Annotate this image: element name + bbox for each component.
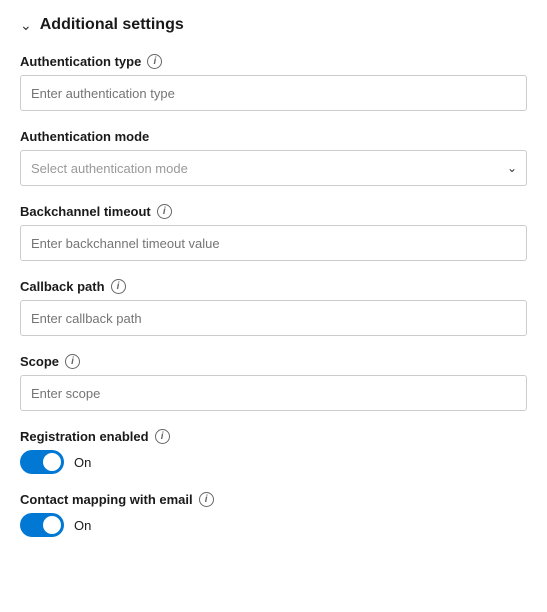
backchannel-timeout-label: Backchannel timeout i — [20, 204, 527, 219]
scope-info-icon[interactable]: i — [65, 354, 80, 369]
contact-mapping-group: Contact mapping with email i On — [20, 492, 527, 537]
contact-mapping-label: Contact mapping with email i — [20, 492, 527, 507]
registration-enabled-label: Registration enabled i — [20, 429, 527, 444]
authentication-mode-select[interactable]: Select authentication mode — [20, 150, 527, 186]
backchannel-timeout-info-icon[interactable]: i — [157, 204, 172, 219]
scope-label: Scope i — [20, 354, 527, 369]
callback-path-info-icon[interactable]: i — [111, 279, 126, 294]
contact-mapping-toggle-row: On — [20, 513, 527, 537]
contact-mapping-toggle[interactable] — [20, 513, 64, 537]
contact-mapping-state: On — [74, 518, 91, 533]
authentication-type-input[interactable] — [20, 75, 527, 111]
callback-path-input[interactable] — [20, 300, 527, 336]
toggle-slider — [20, 513, 64, 537]
scope-group: Scope i — [20, 354, 527, 411]
registration-enabled-group: Registration enabled i On — [20, 429, 527, 474]
scope-input[interactable] — [20, 375, 527, 411]
contact-mapping-info-icon[interactable]: i — [199, 492, 214, 507]
authentication-mode-label: Authentication mode — [20, 129, 527, 144]
registration-enabled-toggle-row: On — [20, 450, 527, 474]
authentication-type-label: Authentication type i — [20, 54, 527, 69]
registration-enabled-info-icon[interactable]: i — [155, 429, 170, 444]
authentication-type-group: Authentication type i — [20, 54, 527, 111]
collapse-icon[interactable]: ⌄ — [20, 17, 32, 34]
callback-path-label: Callback path i — [20, 279, 527, 294]
callback-path-group: Callback path i — [20, 279, 527, 336]
authentication-type-info-icon[interactable]: i — [147, 54, 162, 69]
registration-enabled-state: On — [74, 455, 91, 470]
section-header: ⌄ Additional settings — [20, 16, 527, 34]
backchannel-timeout-group: Backchannel timeout i — [20, 204, 527, 261]
section-title: Additional settings — [40, 16, 184, 34]
authentication-mode-group: Authentication mode Select authenticatio… — [20, 129, 527, 186]
registration-enabled-toggle[interactable] — [20, 450, 64, 474]
authentication-mode-select-wrapper: Select authentication mode ⌄ — [20, 150, 527, 186]
toggle-slider — [20, 450, 64, 474]
backchannel-timeout-input[interactable] — [20, 225, 527, 261]
